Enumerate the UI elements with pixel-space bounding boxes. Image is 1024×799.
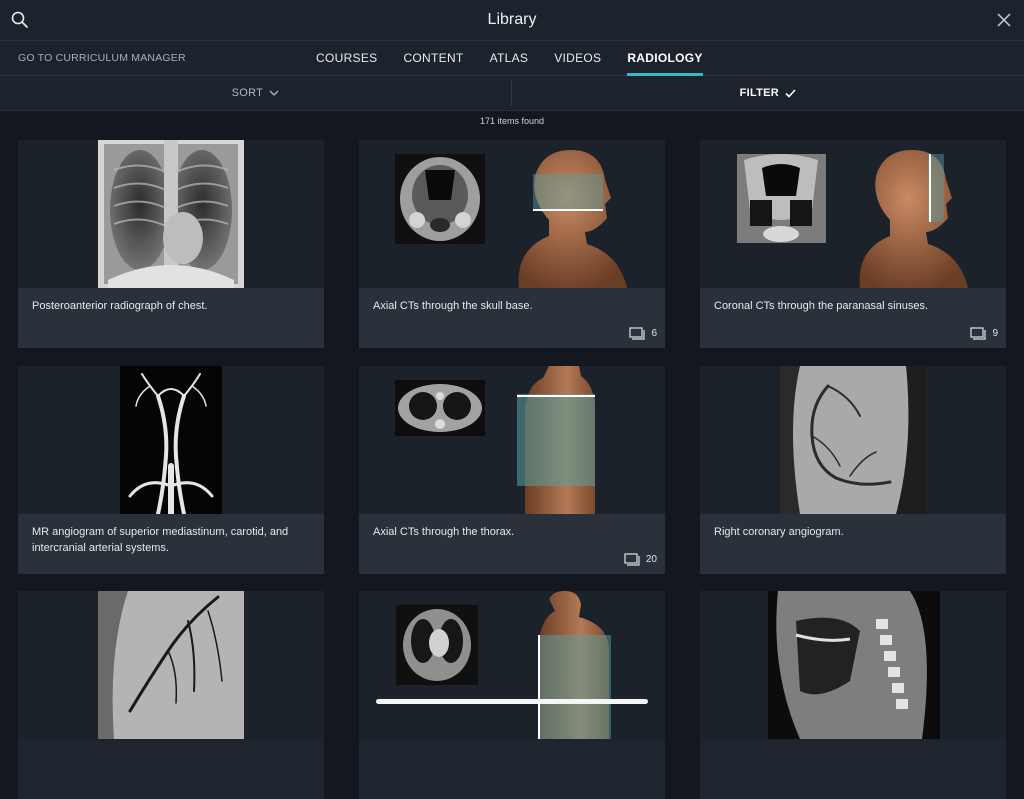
chevron-down-icon	[269, 90, 279, 97]
chest-radiograph-image	[98, 140, 244, 288]
card-thumbnail	[18, 140, 324, 288]
radiology-card[interactable]	[700, 591, 1006, 799]
card-caption: Right coronary angiogram.	[700, 514, 1006, 574]
filter-button[interactable]: FILTER	[512, 76, 1024, 111]
radiology-card[interactable]	[359, 591, 665, 799]
tab-radiology[interactable]: RADIOLOGY	[627, 41, 704, 76]
sort-label: SORT	[231, 87, 263, 99]
image-count: 9	[992, 328, 998, 339]
top-bar: Library	[0, 0, 1024, 40]
card-caption: Coronal CTs through the paranasal sinuse…	[700, 288, 1006, 348]
image-count: 6	[651, 328, 657, 339]
card-title: Coronal CTs through the paranasal sinuse…	[714, 300, 929, 312]
torso-model-image	[517, 366, 595, 514]
tab-courses[interactable]: COURSES	[316, 41, 377, 75]
card-thumbnail	[700, 366, 1006, 514]
sort-filter-bar: SORT FILTER	[0, 76, 1024, 111]
card-caption: Axial CTs through the thorax. 20	[359, 514, 665, 574]
home-indicator	[376, 699, 648, 704]
card-thumbnail	[700, 140, 1006, 288]
curriculum-manager-link[interactable]: GO TO CURRICULUM MANAGER	[18, 41, 186, 75]
coronary-angiogram-image	[780, 366, 926, 514]
card-title: Posteroanterior radiograph of chest.	[32, 300, 208, 312]
card-title: Right coronary angiogram.	[714, 526, 844, 538]
image-stack-icon	[624, 553, 640, 566]
card-title: MR angiogram of superior mediastinum, ca…	[32, 526, 289, 554]
navigation-bar: GO TO CURRICULUM MANAGER COURSES CONTENT…	[0, 40, 1024, 76]
radiology-card[interactable]: Posteroanterior radiograph of chest.	[18, 140, 324, 348]
card-caption: MR angiogram of superior mediastinum, ca…	[18, 514, 324, 574]
card-thumbnail	[359, 591, 665, 739]
torso-model-image	[538, 591, 611, 739]
card-title: Axial CTs through the skull base.	[373, 300, 533, 312]
image-count-badge: 6	[629, 327, 657, 340]
image-count-badge: 9	[970, 327, 998, 340]
radiology-card[interactable]: Axial CTs through the thorax. 20	[359, 366, 665, 574]
card-caption: Posteroanterior radiograph of chest.	[18, 288, 324, 348]
sort-button[interactable]: SORT	[0, 76, 511, 111]
sagittal-ct-image	[768, 591, 940, 739]
card-thumbnail	[359, 140, 665, 288]
card-caption: Axial CTs through the skull base. 6	[359, 288, 665, 348]
page-title: Library	[487, 11, 537, 28]
tab-atlas[interactable]: ATLAS	[490, 41, 529, 75]
card-thumbnail	[359, 366, 665, 514]
tab-videos[interactable]: VIDEOS	[554, 41, 601, 75]
radiology-card[interactable]: Axial CTs through the skull base. 6	[359, 140, 665, 348]
image-stack-icon	[970, 327, 987, 340]
tab-content[interactable]: CONTENT	[403, 41, 463, 75]
image-count-badge: 20	[624, 553, 657, 566]
radiology-card[interactable]: Coronal CTs through the paranasal sinuse…	[700, 140, 1006, 348]
head-model-image	[859, 150, 968, 288]
angiogram-image	[98, 591, 244, 739]
radiology-card[interactable]: MR angiogram of superior mediastinum, ca…	[18, 366, 324, 574]
card-thumbnail	[700, 591, 1006, 739]
image-count: 20	[645, 554, 657, 565]
checkmark-icon	[785, 89, 797, 98]
mr-angiogram-image	[120, 366, 222, 514]
radiology-card[interactable]: Right coronary angiogram.	[700, 366, 1006, 574]
filter-label: FILTER	[739, 87, 780, 99]
card-title: Axial CTs through the thorax.	[373, 526, 515, 538]
tab-list: COURSES CONTENT ATLAS VIDEOS RADIOLOGY	[316, 41, 729, 76]
radiology-card[interactable]	[18, 591, 324, 799]
image-stack-icon	[629, 327, 646, 340]
head-model-image	[518, 150, 627, 288]
results-count: 171 items found	[479, 116, 545, 126]
close-icon[interactable]	[994, 10, 1014, 30]
card-thumbnail	[18, 591, 324, 739]
card-thumbnail	[18, 366, 324, 514]
